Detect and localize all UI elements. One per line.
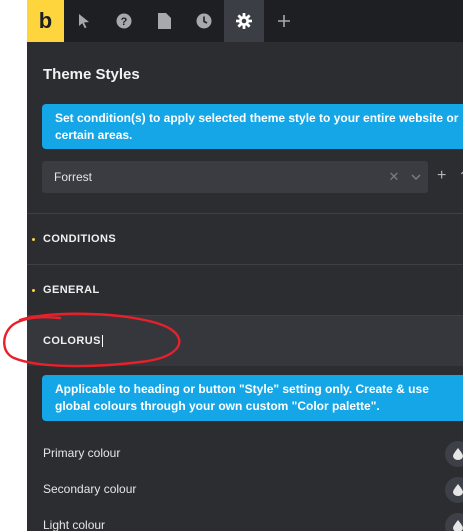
- section-label: CONDITIONS: [43, 233, 117, 245]
- modified-dot: [32, 288, 35, 292]
- chevron-down-icon[interactable]: [404, 174, 428, 180]
- section-label: COLORUS: [43, 334, 103, 348]
- primary-colour-picker[interactable]: [445, 441, 463, 467]
- section-colorus[interactable]: COLORUS: [27, 316, 463, 366]
- light-colour-label: Light colour: [43, 518, 106, 531]
- light-colour-picker[interactable]: [445, 513, 463, 531]
- pointer-icon[interactable]: [64, 0, 104, 42]
- clear-icon[interactable]: ✕: [384, 169, 404, 185]
- more-icon[interactable]: ⌃: [458, 168, 463, 184]
- panel-title: Theme Styles: [43, 66, 140, 83]
- secondary-colour-label: Secondary colour: [43, 482, 137, 496]
- text-cursor: [101, 335, 103, 348]
- colors-info: Applicable to heading or button "Style" …: [42, 375, 463, 421]
- droplet-icon: [453, 484, 463, 496]
- page-icon[interactable]: [144, 0, 184, 42]
- secondary-colour-picker[interactable]: [445, 477, 463, 503]
- history-icon[interactable]: [184, 0, 224, 42]
- selected-style: Forrest: [54, 170, 93, 184]
- modified-dot: [32, 237, 35, 241]
- droplet-icon: [453, 520, 463, 531]
- add-style-icon[interactable]: +: [437, 168, 446, 184]
- add-icon[interactable]: [264, 0, 304, 42]
- section-label: GENERAL: [43, 284, 100, 296]
- help-icon[interactable]: ?: [104, 0, 144, 42]
- primary-colour-label: Primary colour: [43, 446, 121, 460]
- condition-info: Set condition(s) to apply selected theme…: [42, 104, 463, 149]
- builder-panel: b ? Theme Styles Set condition(s) to app…: [27, 0, 463, 531]
- section-general[interactable]: GENERAL: [27, 265, 463, 315]
- theme-style-select[interactable]: Forrest ✕: [42, 161, 428, 193]
- svg-text:?: ?: [121, 16, 128, 28]
- droplet-icon: [453, 448, 463, 460]
- bricks-logo[interactable]: b: [27, 0, 64, 42]
- settings-icon[interactable]: [224, 0, 264, 42]
- toolbar: b ?: [27, 0, 463, 42]
- section-conditions[interactable]: CONDITIONS: [27, 214, 463, 264]
